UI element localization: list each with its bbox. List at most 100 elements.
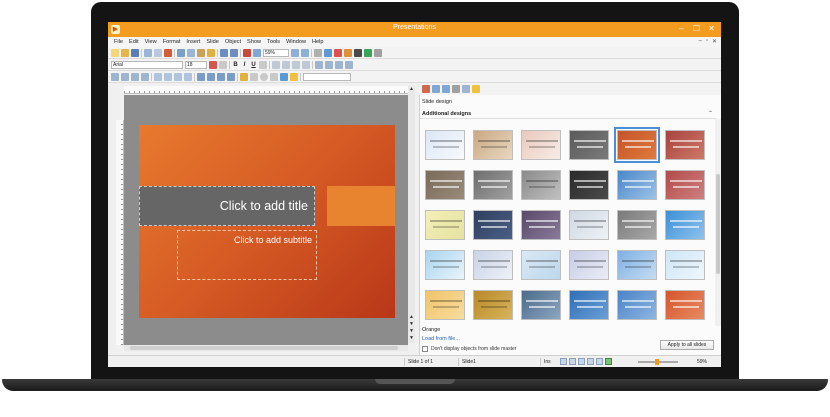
title-placeholder[interactable]: Click to add title: [139, 186, 315, 226]
bullets-icon[interactable]: [315, 60, 323, 69]
master-objects-checkbox[interactable]: [422, 346, 428, 352]
underline-button[interactable]: U: [250, 62, 257, 68]
italic-button[interactable]: I: [241, 62, 248, 68]
menu-show[interactable]: Show: [245, 39, 263, 45]
font-color-icon[interactable]: [209, 60, 217, 69]
menu-view[interactable]: View: [143, 39, 159, 45]
bring-front-icon[interactable]: [197, 72, 205, 81]
align-objects-icon[interactable]: [217, 72, 225, 81]
design-thumbnail[interactable]: [521, 290, 561, 320]
layout-icon[interactable]: [432, 85, 440, 93]
undo-icon[interactable]: [220, 48, 228, 57]
indent-icon[interactable]: [335, 60, 343, 69]
notes-view-icon[interactable]: [587, 358, 594, 365]
grow-font-icon[interactable]: [219, 60, 227, 69]
ungroup-icon[interactable]: [184, 72, 192, 81]
font-size-field[interactable]: 18: [185, 60, 207, 69]
insert-mode[interactable]: Ins: [540, 358, 558, 366]
apply-to-all-button[interactable]: Apply to all slides: [660, 340, 714, 350]
horizontal-scroll-thumb[interactable]: [130, 346, 398, 350]
bold-button[interactable]: B: [232, 62, 239, 68]
pointer-icon[interactable]: [111, 72, 119, 81]
zoom-field[interactable]: 59%: [263, 48, 289, 57]
design-thumbnail[interactable]: [425, 290, 465, 320]
design-thumbnail[interactable]: [665, 210, 705, 240]
align-right-icon[interactable]: [292, 60, 300, 69]
subtitle-placeholder[interactable]: Click to add subtitle: [177, 230, 317, 280]
design-thumbnail[interactable]: [617, 170, 657, 200]
design-thumbnail[interactable]: [473, 170, 513, 200]
send-back-icon[interactable]: [207, 72, 215, 81]
favorites-star-icon[interactable]: [472, 85, 480, 93]
design-thumbnail[interactable]: [569, 130, 609, 160]
panel-scroll-thumb[interactable]: [716, 174, 720, 274]
pdf-icon[interactable]: [164, 48, 172, 57]
minimize-button[interactable]: –: [675, 23, 688, 35]
paste-icon[interactable]: [197, 48, 205, 57]
scroll-down-icon[interactable]: ▼: [408, 321, 415, 328]
vertical-ruler[interactable]: [116, 120, 124, 345]
design-thumbnail[interactable]: [425, 250, 465, 280]
menu-file[interactable]: File: [112, 39, 125, 45]
design-thumbnail[interactable]: [665, 170, 705, 200]
design-thumbnail[interactable]: [569, 250, 609, 280]
design-thumbnail[interactable]: [614, 127, 660, 163]
design-thumbnail[interactable]: [473, 130, 513, 160]
copy-icon[interactable]: [187, 48, 195, 57]
design-thumbnail[interactable]: [473, 290, 513, 320]
design-thumbnail[interactable]: [521, 170, 561, 200]
design-thumbnail[interactable]: [569, 210, 609, 240]
design-thumbnail[interactable]: [665, 130, 705, 160]
menu-tools[interactable]: Tools: [265, 39, 282, 45]
doc-close-icon[interactable]: ✕: [712, 38, 717, 45]
format-painter-icon[interactable]: [207, 48, 215, 57]
line-icon[interactable]: [121, 72, 129, 81]
design-thumbnail[interactable]: [617, 250, 657, 280]
design-thumbnail[interactable]: [617, 290, 657, 320]
new-icon[interactable]: [111, 48, 119, 57]
design-thumbnail[interactable]: [473, 250, 513, 280]
design-thumbnail[interactable]: [665, 290, 705, 320]
menu-help[interactable]: Help: [310, 39, 326, 45]
zoom-in-icon[interactable]: [291, 48, 299, 57]
normal-view-icon[interactable]: [560, 358, 567, 365]
distribute-icon[interactable]: [227, 72, 235, 81]
background-icon[interactable]: [442, 85, 450, 93]
style-dropdown[interactable]: [303, 72, 351, 81]
preview-icon[interactable]: [154, 48, 162, 57]
zoom-out-icon[interactable]: [301, 48, 309, 57]
design-thumbnail[interactable]: [425, 170, 465, 200]
maximize-button[interactable]: ☐: [690, 23, 703, 35]
transition-icon[interactable]: [354, 48, 362, 57]
spellcheck-icon[interactable]: [324, 48, 332, 57]
accent-shape[interactable]: [327, 186, 395, 226]
open-icon[interactable]: [121, 48, 129, 57]
animation-icon[interactable]: [344, 48, 352, 57]
zoom-slider[interactable]: [638, 359, 678, 365]
ellipse-icon[interactable]: [260, 72, 268, 81]
design-thumbnail[interactable]: [521, 250, 561, 280]
menu-object[interactable]: Object: [223, 39, 243, 45]
menu-edit[interactable]: Edit: [127, 39, 141, 45]
close-button[interactable]: ✕: [705, 23, 718, 35]
rotate-icon[interactable]: [154, 72, 162, 81]
menu-insert[interactable]: Insert: [184, 39, 202, 45]
next-slide-icon[interactable]: ▼: [408, 328, 415, 335]
save-icon[interactable]: [131, 48, 139, 57]
design-thumbnail[interactable]: [425, 210, 465, 240]
table-icon[interactable]: [243, 48, 251, 57]
doc-minimize-icon[interactable]: –: [698, 38, 701, 45]
design-thumbnail[interactable]: [569, 170, 609, 200]
flip-icon[interactable]: [164, 72, 172, 81]
prev-slide-icon[interactable]: ▲: [408, 314, 415, 321]
align-center-icon[interactable]: [282, 60, 290, 69]
menu-window[interactable]: Window: [284, 39, 308, 45]
last-slide-icon[interactable]: ▼: [408, 335, 415, 342]
numbering-icon[interactable]: [325, 60, 333, 69]
textbox-icon[interactable]: [280, 72, 288, 81]
pencil-icon[interactable]: [240, 72, 248, 81]
additional-designs-header[interactable]: Additional designs ⌃: [420, 109, 716, 119]
sorter-view-icon[interactable]: [578, 358, 585, 365]
slideshow-icon[interactable]: [605, 358, 612, 365]
print-icon[interactable]: [144, 48, 152, 57]
